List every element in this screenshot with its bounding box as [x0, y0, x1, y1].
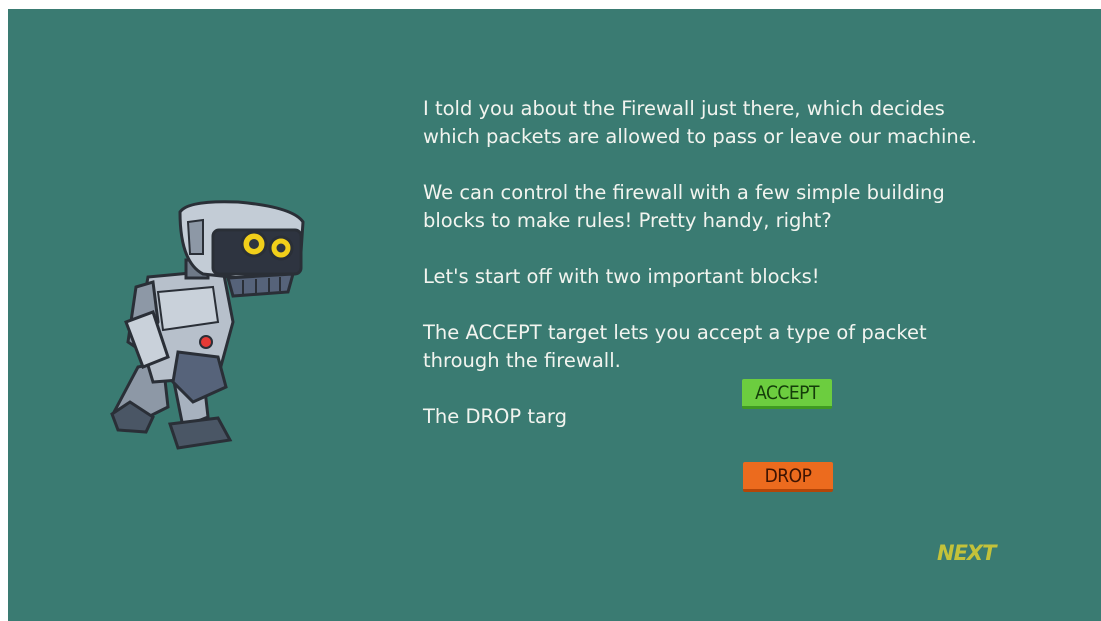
game-screen: I told you about the Firewall just there… [8, 9, 1101, 621]
drop-block[interactable]: DROP [743, 462, 833, 492]
dialog-paragraph-building-blocks: We can control the firewall with a few s… [423, 181, 945, 232]
dialog-paragraph-two-blocks: Let's start off with two important block… [423, 265, 820, 288]
next-button[interactable]: NEXT [937, 541, 996, 565]
dialog-paragraph-firewall: I told you about the Firewall just there… [423, 97, 977, 148]
dialog-paragraph-accept: The ACCEPT target lets you accept a type… [423, 321, 927, 372]
accept-block[interactable]: ACCEPT [742, 379, 832, 409]
robot-character-icon [108, 192, 308, 457]
tutorial-dialog-text: I told you about the Firewall just there… [423, 95, 983, 431]
dialog-paragraph-drop: The DROP targ [423, 405, 567, 428]
